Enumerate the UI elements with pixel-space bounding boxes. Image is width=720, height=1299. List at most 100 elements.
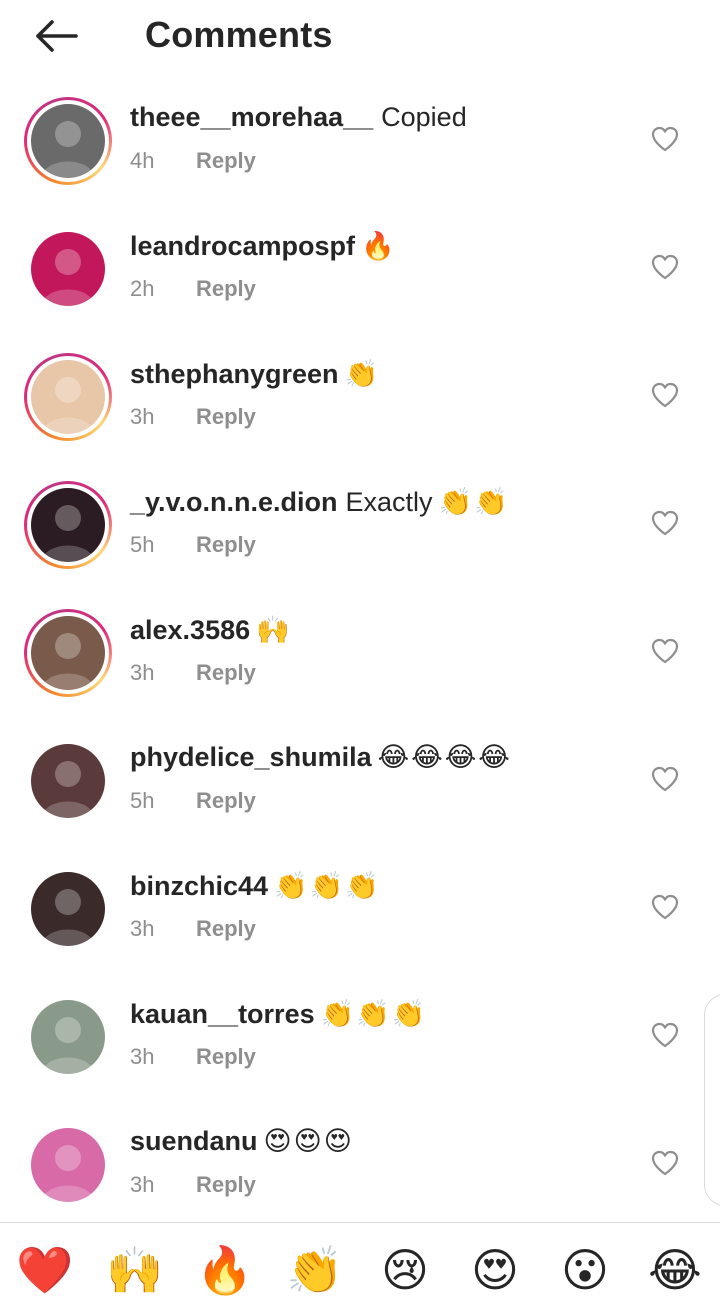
like-comment-button[interactable] [651, 1150, 679, 1176]
heart-outline-icon [651, 894, 679, 920]
avatar-image [31, 104, 105, 178]
reply-button[interactable]: Reply [196, 660, 256, 685]
avatar-image [31, 744, 105, 818]
avatar-image [31, 616, 105, 690]
comment-time: 5h [130, 532, 155, 557]
comment-text-line: kauan__torres 👏👏👏 [130, 998, 427, 1030]
comment-time: 5h [130, 788, 155, 813]
comment-meta: 2h Reply [130, 276, 256, 302]
clapping-hands-emoji-button[interactable]: 👏 [285, 1241, 345, 1299]
comment-username[interactable]: kauan__torres [130, 999, 315, 1029]
avatar[interactable] [24, 97, 112, 185]
comment-row[interactable]: theee__morehaa__ Copied 4h Reply [0, 72, 720, 200]
comment-time: 3h [130, 916, 155, 941]
comment-emoji: 👏 [344, 359, 381, 390]
comment-row[interactable]: suendanu 😍😍😍 3h Reply [0, 1096, 720, 1224]
comment-text: Exactly [345, 487, 433, 517]
heart-outline-icon [651, 382, 679, 408]
reply-button[interactable]: Reply [196, 916, 256, 941]
heart-eyes-emoji-button[interactable]: 😍 [465, 1241, 525, 1299]
avatar[interactable] [24, 609, 112, 697]
comment-time: 3h [130, 1044, 155, 1069]
back-arrow-icon [36, 20, 78, 52]
crying-face-emoji-button[interactable]: 😢 [375, 1241, 435, 1299]
fire-emoji-button[interactable]: 🔥 [195, 1241, 255, 1299]
comment-row[interactable]: alex.3586 🙌 3h Reply [0, 584, 720, 712]
comment-time: 3h [130, 660, 155, 685]
heart-outline-icon [651, 1150, 679, 1176]
comment-text-line: leandrocampospf 🔥 [130, 230, 397, 262]
reply-button[interactable]: Reply [196, 276, 256, 301]
like-comment-button[interactable] [651, 126, 679, 152]
avatar[interactable] [24, 737, 112, 825]
comment-row[interactable]: _y.v.o.n.n.e.dion Exactly 👏👏 5h Reply [0, 456, 720, 584]
comment-text-line: phydelice_shumila 😂😂😂😂 [130, 742, 512, 773]
avatar[interactable] [24, 993, 112, 1081]
comment-time: 3h [130, 404, 155, 429]
avatar-image [31, 1128, 105, 1202]
avatar-photo-icon [31, 360, 105, 434]
comment-username[interactable]: leandrocampospf [130, 231, 355, 261]
heart-outline-icon [651, 510, 679, 536]
comment-row[interactable]: kauan__torres 👏👏👏 3h Reply [0, 968, 720, 1096]
comment-username[interactable]: _y.v.o.n.n.e.dion [130, 487, 338, 517]
comment-meta: 3h Reply [130, 916, 256, 942]
comment-username[interactable]: suendanu [130, 1126, 258, 1156]
like-comment-button[interactable] [651, 894, 679, 920]
back-button[interactable] [28, 14, 84, 58]
comment-text-line: _y.v.o.n.n.e.dion Exactly 👏👏 [130, 486, 510, 518]
like-comment-button[interactable] [651, 1022, 679, 1048]
like-comment-button[interactable] [651, 510, 679, 536]
comment-time: 2h [130, 276, 155, 301]
like-comment-button[interactable] [651, 382, 679, 408]
avatar-photo-icon [31, 488, 105, 562]
comment-emoji: 🙌 [256, 615, 292, 646]
avatar[interactable] [24, 865, 112, 953]
comment-list[interactable]: theee__morehaa__ Copied 4h Reply leandro… [0, 72, 720, 1224]
comment-emoji: 😍😍😍 [263, 1126, 354, 1157]
reply-button[interactable]: Reply [196, 148, 256, 173]
avatar[interactable] [24, 225, 112, 313]
comment-meta: 3h Reply [130, 1044, 256, 1070]
avatar-image [31, 232, 105, 306]
comment-meta: 3h Reply [130, 1172, 256, 1198]
surprised-face-emoji-button[interactable]: 😮 [555, 1241, 615, 1299]
scroll-handle[interactable] [704, 994, 720, 1206]
tears-of-joy-emoji-button[interactable]: 😂 [645, 1241, 705, 1299]
avatar[interactable] [24, 481, 112, 569]
reply-button[interactable]: Reply [196, 788, 256, 813]
avatar-image [31, 872, 105, 946]
comment-row[interactable]: sthephanygreen 👏 3h Reply [0, 328, 720, 456]
comment-username[interactable]: binzchic44 [130, 871, 268, 901]
avatar-image [31, 1000, 105, 1074]
quick-emoji-bar: ❤️ 🙌 🔥 👏 😢 😍 😮 😂 [0, 1222, 720, 1297]
comment-text-line: theee__morehaa__ Copied [130, 102, 467, 133]
avatar-photo-icon [31, 232, 105, 306]
heart-outline-icon [651, 254, 679, 280]
reply-button[interactable]: Reply [196, 532, 256, 557]
comment-time: 4h [130, 148, 155, 173]
red-heart-emoji-button[interactable]: ❤️ [15, 1241, 75, 1299]
comment-username[interactable]: alex.3586 [130, 615, 250, 645]
like-comment-button[interactable] [651, 254, 679, 280]
comment-row[interactable]: phydelice_shumila 😂😂😂😂 5h Reply [0, 712, 720, 840]
avatar[interactable] [24, 1121, 112, 1209]
reply-button[interactable]: Reply [196, 1044, 256, 1069]
comment-username[interactable]: phydelice_shumila [130, 742, 372, 772]
comment-emoji: 🔥 [361, 231, 397, 262]
avatar-photo-icon [31, 744, 105, 818]
comment-row[interactable]: leandrocampospf 🔥 2h Reply [0, 200, 720, 328]
heart-outline-icon [651, 638, 679, 664]
like-comment-button[interactable] [651, 638, 679, 664]
reply-button[interactable]: Reply [196, 404, 256, 429]
avatar[interactable] [24, 353, 112, 441]
comment-username[interactable]: sthephanygreen [130, 359, 339, 389]
comment-username[interactable]: theee__morehaa__ [130, 102, 373, 132]
comment-text-line: binzchic44 👏👏👏 [130, 870, 381, 902]
comment-meta: 3h Reply [130, 660, 256, 686]
like-comment-button[interactable] [651, 766, 679, 792]
comment-time: 3h [130, 1172, 155, 1197]
comment-row[interactable]: binzchic44 👏👏👏 3h Reply [0, 840, 720, 968]
raised-hands-emoji-button[interactable]: 🙌 [105, 1241, 165, 1299]
reply-button[interactable]: Reply [196, 1172, 256, 1197]
